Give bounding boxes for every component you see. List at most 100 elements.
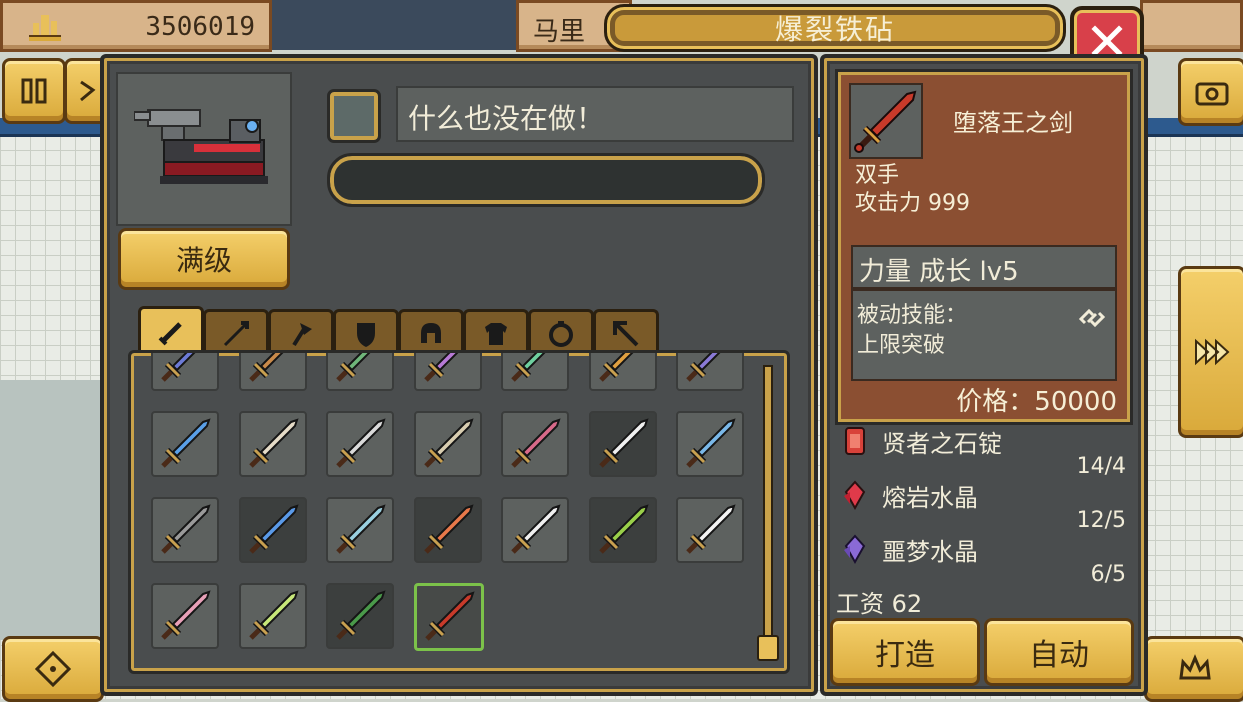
weapon-slot[interactable] bbox=[326, 353, 394, 391]
category-tab-helmet[interactable] bbox=[398, 309, 464, 356]
material-row: 噩梦水晶 6/5 bbox=[836, 532, 1126, 587]
nightmare-crystal-icon bbox=[844, 534, 866, 565]
pause-icon bbox=[21, 78, 47, 104]
sword-icon bbox=[686, 353, 721, 382]
category-tab-staff[interactable] bbox=[593, 309, 659, 356]
scrollbar-handle[interactable] bbox=[757, 635, 779, 661]
auto-button-label: 自动 bbox=[1029, 638, 1089, 673]
sword-icon bbox=[598, 504, 649, 554]
material-count: 14/4 bbox=[1076, 454, 1126, 479]
sword-icon bbox=[423, 418, 474, 468]
item-detail-card: 堕落王之剑 双手 攻击力 999 力量 成长 lv5 被动技能： 上限突破 价格… bbox=[835, 69, 1133, 425]
crown-icon bbox=[1179, 654, 1211, 680]
crown-button[interactable] bbox=[1144, 636, 1243, 702]
camera-button[interactable] bbox=[1178, 58, 1243, 126]
sword-icon bbox=[686, 418, 736, 468]
camera-icon bbox=[1195, 82, 1229, 106]
weapon-slot[interactable] bbox=[501, 497, 569, 563]
top-right-bar bbox=[1140, 0, 1243, 52]
weapon-slot[interactable] bbox=[588, 411, 657, 477]
weapon-slot[interactable] bbox=[326, 497, 394, 563]
material-row: 贤者之石锭 14/4 bbox=[836, 424, 1126, 479]
weapon-slot[interactable] bbox=[413, 583, 484, 651]
dpad-button[interactable] bbox=[2, 636, 104, 702]
weapon-slot[interactable] bbox=[238, 583, 307, 649]
category-tab-spear[interactable] bbox=[203, 309, 269, 356]
category-tab-ring[interactable] bbox=[528, 309, 594, 356]
category-tab-axe[interactable] bbox=[268, 309, 334, 356]
weapon-slot[interactable] bbox=[413, 353, 482, 391]
sword-icon bbox=[161, 418, 211, 468]
npc-name: 马里 bbox=[533, 17, 586, 47]
sword-icon bbox=[336, 418, 386, 468]
sword-icon bbox=[598, 353, 633, 382]
weapon-slot[interactable] bbox=[151, 583, 219, 649]
fallen-king-sword-icon bbox=[854, 90, 917, 153]
weapon-slot[interactable] bbox=[413, 497, 482, 563]
category-tab-shield[interactable] bbox=[333, 309, 399, 356]
sword-icon bbox=[248, 504, 299, 554]
sword-tab-icon bbox=[158, 322, 182, 346]
stat-box: 力量 成长 lv5 bbox=[851, 245, 1117, 289]
item-icon-box bbox=[849, 83, 923, 159]
item-price: 价格：50000 bbox=[956, 387, 1117, 417]
material-count: 6/5 bbox=[1090, 562, 1126, 587]
weapon-slot[interactable] bbox=[238, 411, 307, 477]
weapon-slot[interactable] bbox=[151, 411, 219, 477]
weapon-slot[interactable] bbox=[151, 353, 219, 391]
weapon-slot[interactable] bbox=[501, 353, 569, 391]
sword-icon bbox=[161, 353, 196, 382]
passive-value: 上限突破 bbox=[857, 333, 946, 358]
sword-icon bbox=[161, 590, 211, 640]
weapon-slot[interactable] bbox=[151, 497, 219, 563]
material-name: 贤者之石锭 bbox=[882, 430, 1002, 458]
armor-tab-icon bbox=[485, 323, 507, 345]
weapon-slot[interactable] bbox=[676, 497, 744, 563]
sword-icon bbox=[511, 353, 546, 382]
weapon-slot[interactable] bbox=[413, 411, 482, 477]
sword-icon bbox=[336, 504, 386, 554]
sword-icon bbox=[423, 504, 474, 554]
staff-tab-icon bbox=[613, 321, 639, 347]
pause-button[interactable] bbox=[2, 58, 66, 124]
weapon-slot[interactable] bbox=[676, 411, 744, 477]
status-text-box: 什么也没在做！ bbox=[396, 86, 794, 142]
weapon-slot[interactable] bbox=[501, 411, 569, 477]
weapon-slot[interactable] bbox=[676, 353, 744, 391]
scrollbar-track[interactable] bbox=[763, 365, 773, 659]
sword-icon bbox=[686, 504, 736, 554]
passive-label: 被动技能： bbox=[857, 303, 968, 328]
weapon-slot[interactable] bbox=[326, 411, 394, 477]
weapon-slot[interactable] bbox=[588, 497, 657, 563]
link-icon[interactable] bbox=[1075, 301, 1109, 335]
weapon-slot[interactable] bbox=[238, 353, 307, 391]
level-button-label: 满级 bbox=[175, 244, 232, 277]
status-text: 什么也没在做！ bbox=[408, 102, 605, 135]
auto-button[interactable]: 自动 bbox=[984, 618, 1134, 686]
weapon-slot[interactable] bbox=[326, 583, 394, 649]
material-name: 噩梦水晶 bbox=[882, 538, 978, 566]
category-tab-armor[interactable] bbox=[463, 309, 529, 356]
fast-forward-button[interactable] bbox=[1178, 266, 1243, 438]
craft-button-label: 打造 bbox=[875, 638, 935, 673]
window-title: 爆裂铁砧 bbox=[774, 13, 895, 46]
level-button[interactable]: 满级 bbox=[118, 228, 290, 290]
wage-text: 工资 62 bbox=[836, 590, 923, 618]
craft-button[interactable]: 打造 bbox=[830, 618, 980, 686]
building-icon bbox=[29, 15, 61, 41]
sword-icon bbox=[248, 590, 299, 640]
crafting-progress-bar bbox=[327, 153, 765, 207]
sword-icon bbox=[598, 418, 649, 468]
map-icon bbox=[80, 80, 96, 102]
sword-icon bbox=[248, 418, 299, 468]
material-name: 熔岩水晶 bbox=[882, 484, 978, 512]
gold-counter: 3506019 bbox=[0, 0, 272, 52]
lava-crystal-icon bbox=[844, 480, 866, 511]
passive-box: 被动技能： 上限突破 bbox=[851, 289, 1117, 381]
fast-forward-icon bbox=[1195, 338, 1230, 366]
weapon-slot[interactable] bbox=[238, 497, 307, 563]
weapon-grid-panel bbox=[128, 350, 790, 674]
weapon-slot[interactable] bbox=[588, 353, 657, 391]
status-checkbox[interactable] bbox=[327, 89, 381, 143]
sword-icon bbox=[161, 504, 211, 554]
